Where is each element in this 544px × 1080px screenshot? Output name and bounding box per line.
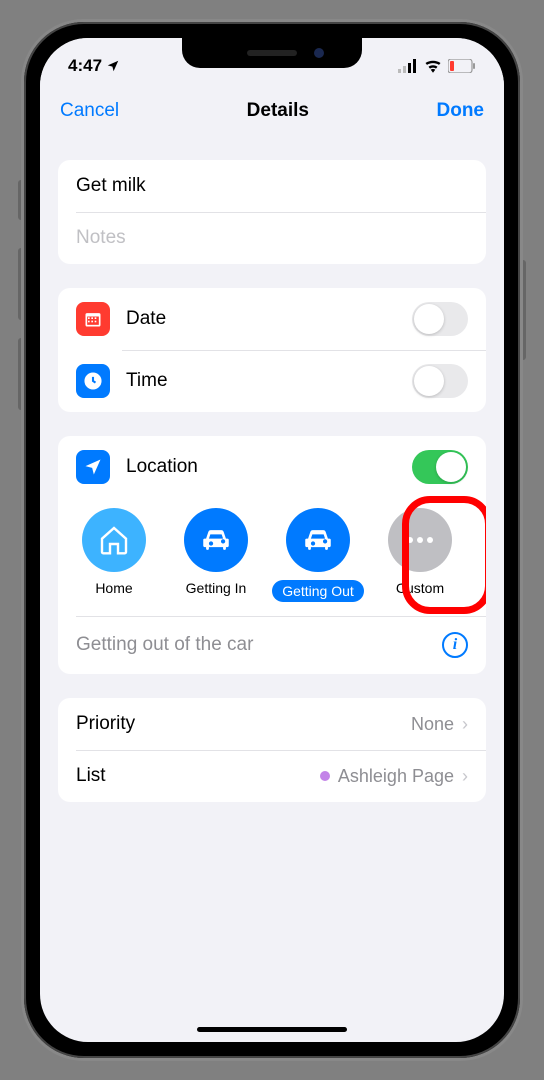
phone-frame: 4:47 Cancel Details Done Notes [24, 22, 520, 1058]
navigation-bar: Cancel Details Done [40, 86, 504, 136]
location-option-getting-in[interactable]: Getting In [170, 508, 262, 602]
location-detail-row[interactable]: Getting out of the car i [58, 616, 486, 674]
battery-low-icon [448, 59, 476, 73]
list-label: List [76, 765, 106, 787]
reminder-notes-row[interactable]: Notes [58, 212, 486, 264]
location-arrow-icon [106, 59, 120, 73]
chevron-right-icon: › [462, 766, 468, 787]
clock-icon [76, 364, 110, 398]
chevron-right-icon: › [462, 714, 468, 735]
date-time-group: Date Time [58, 288, 486, 412]
location-group: Location ent Home [58, 436, 486, 674]
date-label: Date [126, 308, 166, 330]
wifi-icon [424, 59, 442, 73]
cancel-button[interactable]: Cancel [60, 100, 119, 122]
location-label: Location [126, 456, 198, 478]
time-label: Time [126, 370, 168, 392]
home-indicator[interactable] [197, 1027, 347, 1032]
house-icon [82, 508, 146, 572]
status-time: 4:47 [68, 56, 102, 76]
list-color-dot [320, 771, 330, 781]
title-notes-group: Notes [58, 160, 486, 264]
priority-label: Priority [76, 713, 135, 735]
list-value: Ashleigh Page [338, 766, 454, 787]
location-options-scroller[interactable]: ent Home Getting In [58, 498, 486, 616]
location-icon [76, 450, 110, 484]
priority-row[interactable]: Priority None › [58, 698, 486, 750]
notch [182, 38, 362, 68]
location-option-getting-out[interactable]: Getting Out [272, 508, 364, 602]
car-icon [286, 508, 350, 572]
list-row[interactable]: List Ashleigh Page › [58, 750, 486, 802]
location-row: Location [58, 436, 486, 498]
screen: 4:47 Cancel Details Done Notes [40, 38, 504, 1042]
location-toggle[interactable] [412, 450, 468, 484]
done-button[interactable]: Done [437, 100, 485, 122]
reminder-title-input[interactable] [76, 175, 468, 197]
location-option-custom[interactable]: Custom [374, 508, 466, 602]
date-row: Date [58, 288, 486, 350]
cellular-icon [398, 59, 418, 73]
priority-value: None [411, 714, 454, 735]
date-toggle[interactable] [412, 302, 468, 336]
notes-placeholder: Notes [76, 227, 126, 249]
info-icon[interactable]: i [442, 632, 468, 658]
time-toggle[interactable] [412, 364, 468, 398]
page-title: Details [247, 100, 309, 122]
car-icon [184, 508, 248, 572]
location-option-home[interactable]: Home [68, 508, 160, 602]
reminder-title-row[interactable] [58, 160, 486, 212]
priority-list-group: Priority None › List Ashleigh Page › [58, 698, 486, 802]
time-row: Time [58, 350, 486, 412]
location-detail-text: Getting out of the car [76, 634, 253, 656]
ellipsis-icon [388, 508, 452, 572]
calendar-icon [76, 302, 110, 336]
